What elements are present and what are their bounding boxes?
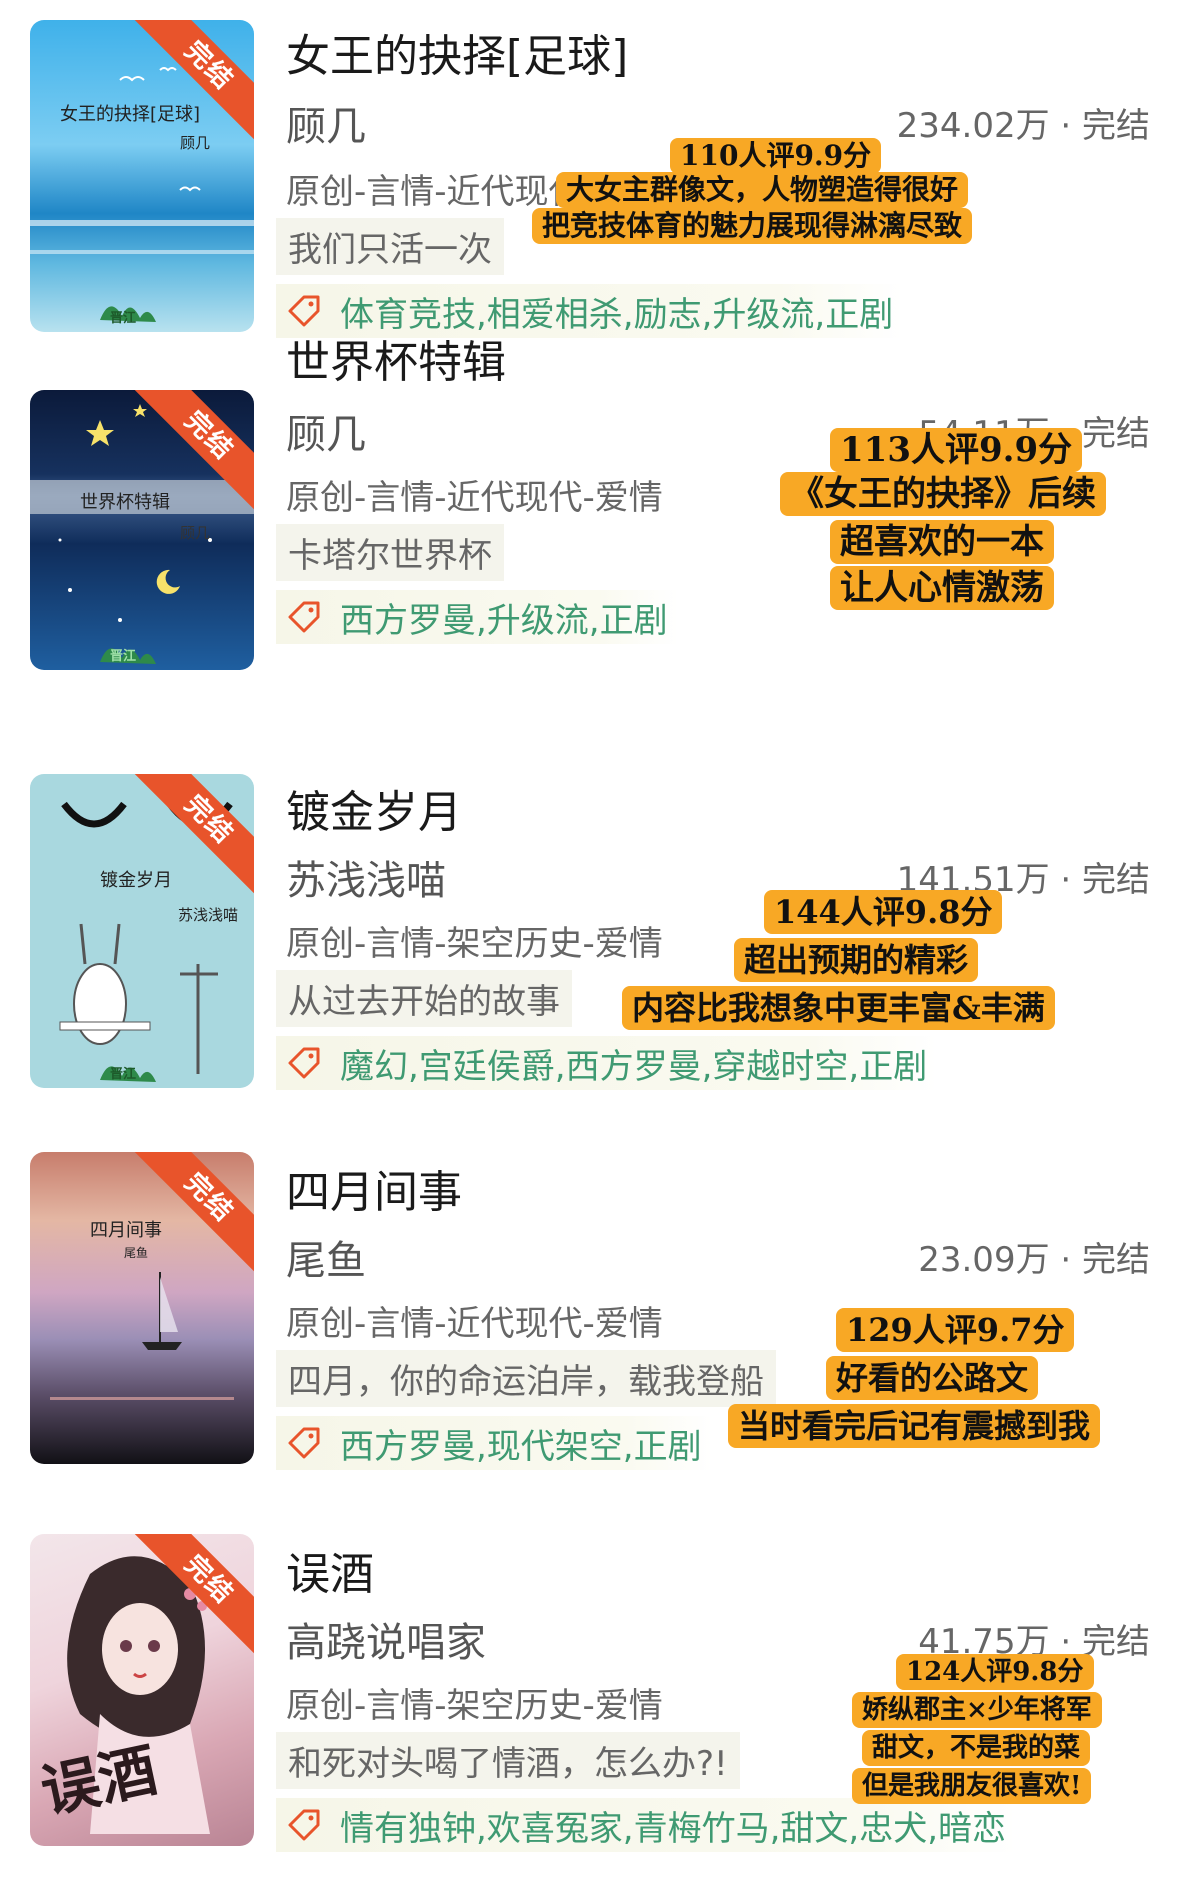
- cover-author: 顾几: [180, 134, 211, 152]
- tag-icon: [288, 1809, 320, 1841]
- review-note: 超出预期的精彩: [734, 938, 979, 982]
- book-author[interactable]: 高跷说唱家: [286, 1610, 486, 1668]
- book-cover[interactable]: 误酒 完结: [30, 1534, 254, 1846]
- book-title[interactable]: 四月间事: [286, 1156, 462, 1220]
- word-count-status: 234.02万 · 完结: [896, 106, 1150, 146]
- book-title[interactable]: 镀金岁月: [286, 776, 462, 840]
- book-cover[interactable]: 四月间事 尾鱼 完结: [30, 1152, 254, 1464]
- review-note: 让人心情激荡: [830, 566, 1054, 610]
- review-note: 超喜欢的一本: [830, 520, 1054, 564]
- book-author[interactable]: 顾几: [286, 94, 366, 152]
- book-category: 原创-言情-架空历史-爱情: [286, 1686, 663, 1726]
- review-note: 把竞技体育的魅力展现得淋漓尽致: [532, 208, 973, 244]
- book-author[interactable]: 尾鱼: [286, 1228, 366, 1286]
- cover-title: 世界杯特辑: [80, 492, 170, 513]
- review-note: 娇纵郡主×少年将军: [852, 1692, 1102, 1728]
- review-note: 大女主群像文，人物塑造得很好: [556, 172, 969, 208]
- book-category: 原创-言情-近代现代-爱情: [286, 478, 663, 518]
- review-note: 《女王的抉择》后续: [780, 472, 1106, 516]
- book-author[interactable]: 苏浅浅喵: [286, 848, 446, 906]
- book-category: 原创-言情-架空历史-爱情: [286, 924, 663, 964]
- publisher-logo: 晋江: [110, 649, 137, 664]
- book-summary: 我们只活一次: [276, 218, 504, 275]
- book-author[interactable]: 顾几: [286, 402, 366, 460]
- book-tags: 情有独钟,欢喜冤家,青梅竹马,甜文,忠犬,暗恋: [340, 1808, 1007, 1849]
- cover-author: 苏浅浅喵: [178, 906, 239, 924]
- book-category: 原创-言情-近代现代-爱情: [286, 1304, 663, 1344]
- book-summary: 和死对头喝了情酒，怎么办?!: [276, 1732, 740, 1789]
- book-tags: 西方罗曼,升级流,正剧: [340, 600, 668, 641]
- review-note: 但是我朋友很喜欢!: [852, 1768, 1092, 1804]
- review-note: 110人评9.9分: [670, 138, 882, 174]
- tags-row: 情有独钟,欢喜冤家,青梅竹马,甜文,忠犬,暗恋: [276, 1798, 1017, 1852]
- cover-title: 女王的抉择[足球]: [60, 104, 201, 125]
- book-title[interactable]: 误酒: [286, 1538, 374, 1602]
- review-note: 好看的公路文: [826, 1356, 1039, 1400]
- review-note: 129人评9.7分: [836, 1308, 1075, 1352]
- cover-title: 镀金岁月: [100, 870, 172, 891]
- book-summary: 四月，你的命运泊岸，载我登船: [276, 1350, 776, 1407]
- book-title[interactable]: 世界杯特辑: [286, 326, 506, 390]
- book-summary: 卡塔尔世界杯: [276, 524, 504, 581]
- book-cover[interactable]: 镀金岁月 苏浅浅喵 完结 晋江: [30, 774, 254, 1088]
- tags-row: 西方罗曼,升级流,正剧: [276, 590, 678, 644]
- book-list-item[interactable]: 世界杯特辑 顾几 完结 晋江 世界杯特辑 顾几 54.11万 · 完结 原创-言…: [0, 310, 1180, 682]
- book-summary: 从过去开始的故事: [276, 970, 572, 1027]
- cover-author: 顾几: [180, 524, 211, 542]
- review-note: 144人评9.8分: [764, 890, 1003, 934]
- book-cover[interactable]: 女王的抉择[足球] 顾几 完结 晋江: [30, 20, 254, 332]
- cover-title: 四月间事: [90, 1220, 162, 1241]
- word-count-status: 23.09万 · 完结: [918, 1240, 1150, 1280]
- book-list-item[interactable]: 误酒 完结 误酒 高跷说唱家 41.75万 · 完结 原创-言情-架空历史-爱情…: [0, 1440, 1180, 1892]
- book-list-item[interactable]: 镀金岁月 苏浅浅喵 完结 晋江 镀金岁月 苏浅浅喵 141.51万 · 完结 原…: [0, 680, 1180, 1090]
- review-note: 甜文，不是我的菜: [862, 1730, 1091, 1766]
- book-list-item[interactable]: 四月间事 尾鱼 完结 四月间事 尾鱼 23.09万 · 完结 原创-言情-近代现…: [0, 1052, 1180, 1470]
- book-cover[interactable]: 世界杯特辑 顾几 完结 晋江: [30, 390, 254, 670]
- review-note: 124人评9.8分: [896, 1654, 1094, 1690]
- cover-author: 尾鱼: [124, 1246, 149, 1260]
- tag-icon: [288, 601, 320, 633]
- book-title[interactable]: 女王的抉择[足球]: [286, 20, 628, 84]
- review-note: 内容比我想象中更丰富&丰满: [622, 986, 1055, 1030]
- review-note: 113人评9.9分: [830, 428, 1083, 472]
